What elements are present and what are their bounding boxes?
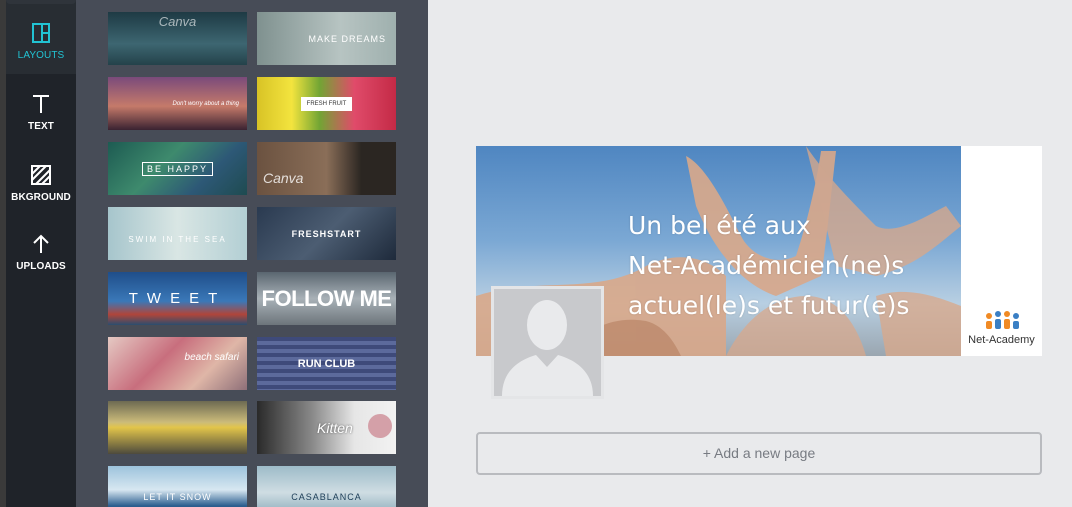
thumbnail-text: Don't worry about a thing: [172, 100, 239, 107]
layout-thumbnail[interactable]: MAKE DREAMS: [257, 12, 396, 65]
thumbnail-text: TWEET: [128, 290, 227, 307]
text-icon: [33, 95, 49, 113]
thumbnail-text: FOLLOW ME: [261, 285, 392, 311]
brand-panel[interactable]: [961, 146, 1042, 356]
layout-thumbnail[interactable]: RUN CLUB: [257, 337, 396, 390]
layout-thumbnail[interactable]: Kitten: [257, 401, 396, 454]
layout-thumbnail[interactable]: Don't worry about a thing: [108, 77, 247, 130]
layout-thumbnail[interactable]: beach safari: [108, 337, 247, 390]
layout-thumbnail[interactable]: Canva: [257, 142, 396, 195]
thumbnail-text: FRESHSTART: [291, 228, 362, 239]
headline-line: Un bel été aux: [628, 211, 811, 240]
thumbnail-text: LET IT SNOW: [143, 491, 212, 502]
layouts-panel: Canva MAKE DREAMS Don't worry about a th…: [76, 0, 428, 507]
layout-thumbnail[interactable]: [108, 401, 247, 454]
sidebar-item-text[interactable]: TEXT: [6, 93, 76, 155]
thumbnail-text: MAKE DREAMS: [308, 33, 386, 44]
profile-picture-placeholder[interactable]: [491, 286, 604, 399]
layouts-icon: [32, 23, 50, 43]
rail-notch: [6, 0, 76, 4]
thumbnail-text: CASABLANCA: [291, 491, 362, 502]
headline-line: actuel(le)s et futur(e)s: [628, 291, 910, 320]
layout-thumbnail[interactable]: FRESH FRUIT: [257, 77, 396, 130]
sidebar-item-label: LAYOUTS: [17, 50, 65, 61]
headline-line: Net-Académicien(ne)s: [628, 251, 905, 280]
layout-thumbnail[interactable]: FOLLOW ME: [257, 272, 396, 325]
thumbnail-text: Kitten: [317, 419, 353, 436]
layout-thumbnail[interactable]: FRESHSTART: [257, 207, 396, 260]
logo-text: Net-Academy: [968, 334, 1035, 346]
thumbnail-text: beach safari: [184, 352, 239, 363]
thumbnail-text: SWIM IN THE SEA: [128, 235, 227, 244]
layout-thumbnail[interactable]: BE HAPPY: [108, 142, 247, 195]
sidebar-item-label: BKGROUND: [11, 192, 71, 203]
layout-thumbnail[interactable]: Canva: [108, 12, 247, 65]
person-silhouette-icon: [494, 289, 601, 396]
badge-circle: [368, 414, 392, 438]
thumbnail-text: BE HAPPY: [141, 161, 214, 176]
add-new-page-button[interactable]: + Add a new page: [476, 432, 1042, 475]
sidebar-item-label: TEXT: [28, 121, 54, 132]
layout-thumbnail[interactable]: LET IT SNOW: [108, 466, 247, 507]
thumbnail-text: RUN CLUB: [297, 357, 356, 370]
sidebar-item-label: UPLOADS: [16, 261, 66, 272]
sidebar-item-uploads[interactable]: UPLOADS: [6, 233, 76, 295]
thumbnail-text: Canva: [263, 169, 304, 186]
layout-thumbnail[interactable]: SWIM IN THE SEA: [108, 207, 247, 260]
layout-thumbnail[interactable]: TWEET: [108, 272, 247, 325]
background-icon: [31, 165, 51, 185]
sidebar-item-layouts[interactable]: LAYOUTS: [6, 22, 76, 84]
upload-icon: [33, 234, 49, 253]
sidebar-rail: LAYOUTS TEXT BKGROUND UPLOADS: [6, 0, 76, 507]
layout-thumbnail[interactable]: CASABLANCA: [257, 466, 396, 507]
thumbnail-text: Canva: [158, 14, 197, 29]
thumbnail-text: FRESH FRUIT: [300, 96, 353, 111]
sidebar-item-background[interactable]: BKGROUND: [6, 164, 76, 226]
net-academy-logo-icon: [986, 311, 1019, 329]
headline-text[interactable]: Un bel été aux Net-Académicien(ne)s actu…: [628, 206, 958, 326]
